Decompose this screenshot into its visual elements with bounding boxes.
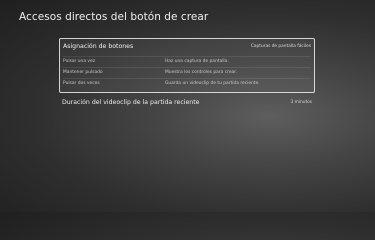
assignment-row-press-once: Pulsar una vez Haz una captura de pantal…	[63, 56, 311, 67]
assignment-action: Pulsar dos veces	[63, 81, 100, 86]
clip-duration-label: Duración del videoclip de la partida rec…	[62, 99, 200, 106]
button-assignment-value: Capturas de pantalla fáciles	[250, 44, 311, 49]
assignment-row-hold: Mantener pulsado Muestra los controles p…	[63, 67, 311, 78]
page-title: Accesos directos del botón de crear	[19, 11, 209, 23]
assignment-result: Muestra los controles para crear.	[165, 70, 238, 75]
clip-duration-setting[interactable]: Duración del videoclip de la partida rec…	[59, 97, 315, 109]
clip-duration-value: 3 minutos	[290, 100, 312, 105]
assignment-result: Guarda un videoclip de tu partida recien…	[165, 81, 260, 86]
assignment-action: Pulsar una vez	[63, 59, 96, 64]
button-assignment-label: Asignación de botones	[63, 43, 134, 50]
assignment-row-press-twice: Pulsar dos veces Guarda un videoclip de …	[63, 78, 311, 89]
assignment-action: Mantener pulsado	[63, 70, 103, 75]
button-assignment-list: Pulsar una vez Haz una captura de pantal…	[63, 56, 311, 89]
button-assignment-header[interactable]: Asignación de botones Capturas de pantal…	[63, 42, 311, 55]
assignment-result: Haz una captura de pantalla.	[165, 59, 229, 64]
button-assignment-setting[interactable]: Asignación de botones Capturas de pantal…	[59, 38, 315, 93]
